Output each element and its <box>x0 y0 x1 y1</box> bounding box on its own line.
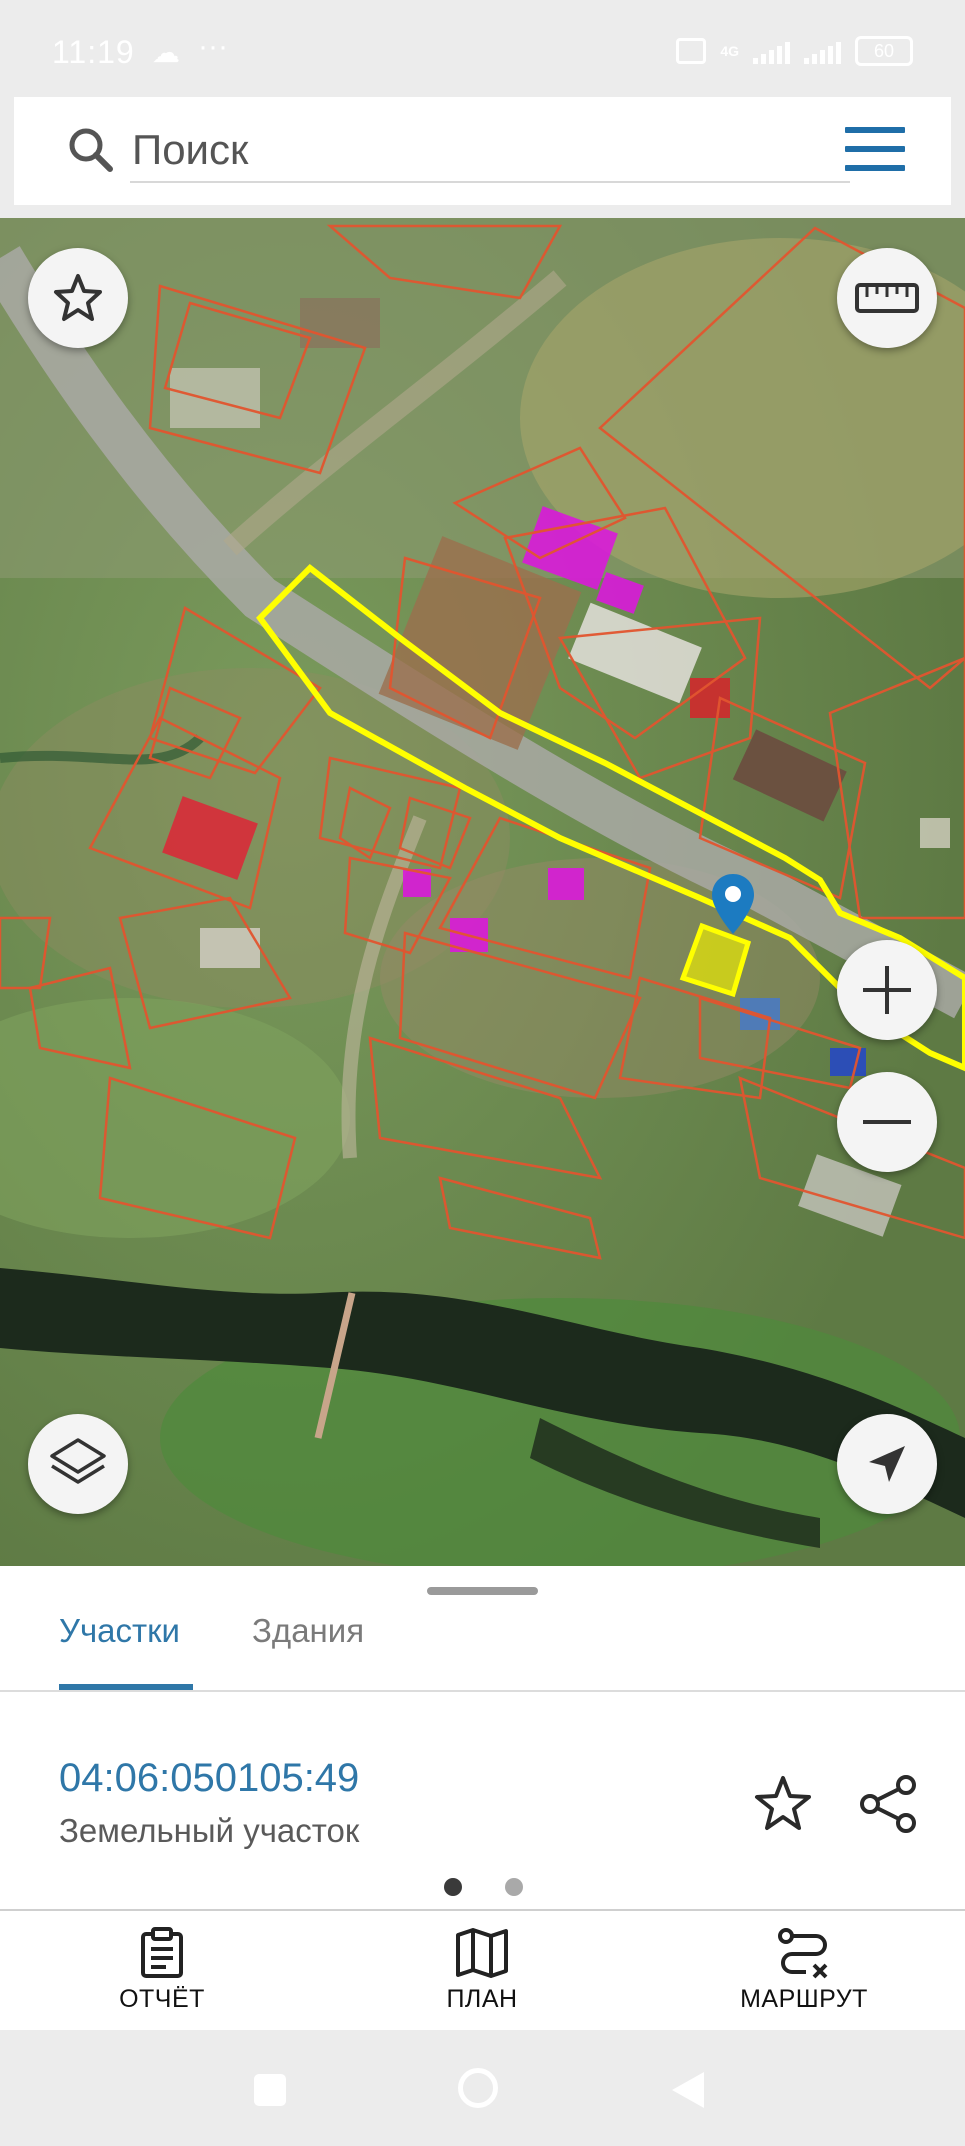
parcel-type: Земельный участок <box>59 1812 360 1849</box>
nav-report[interactable]: ОТЧЁТ <box>52 1911 272 2030</box>
more-notifications-icon: ··· <box>198 30 228 63</box>
star-icon <box>54 274 102 321</box>
nav-route-label: МАРШРУТ <box>740 1985 868 2013</box>
nav-report-label: ОТЧЁТ <box>119 1985 205 2013</box>
battery-icon: 60 <box>855 36 913 66</box>
search-icon[interactable] <box>64 123 118 177</box>
tab-parcels[interactable]: Участки <box>59 1612 180 1650</box>
status-bar: 11:19 ☁ ··· 4G 60 <box>0 0 965 90</box>
navigation-arrow-icon <box>869 1446 905 1482</box>
satellite-map[interactable] <box>0 218 965 1566</box>
vibrate-icon <box>676 38 707 64</box>
bottom-sheet: Участки Здания 04:06:050105:49 Земельный… <box>0 1566 965 2030</box>
search-input[interactable] <box>130 119 850 183</box>
share-button[interactable] <box>858 1773 920 1835</box>
tabs-divider <box>0 1690 965 1692</box>
minus-icon <box>863 1120 911 1124</box>
signal-icon <box>753 38 790 64</box>
my-location-button[interactable] <box>837 1414 937 1514</box>
page-dot[interactable] <box>505 1878 523 1896</box>
status-icons: 4G 60 <box>676 36 913 66</box>
layers-icon <box>50 1438 106 1484</box>
sheet-drag-handle[interactable] <box>427 1587 538 1595</box>
location-marker-icon[interactable] <box>712 874 754 934</box>
zoom-in-button[interactable] <box>837 940 937 1040</box>
map-plan-icon <box>456 1928 508 1978</box>
measure-button[interactable] <box>837 248 937 348</box>
ruler-icon <box>855 283 919 313</box>
page-dot-active[interactable] <box>444 1878 462 1896</box>
nav-plan[interactable]: ПЛАН <box>372 1911 592 2030</box>
page-indicator <box>444 1878 523 1896</box>
nav-route[interactable]: МАРШРУТ <box>694 1911 914 2030</box>
parcel-cadastral-number[interactable]: 04:06:050105:49 <box>59 1756 359 1801</box>
report-icon <box>141 1927 183 1978</box>
plus-icon <box>863 966 911 1014</box>
signal-icon-2 <box>804 38 841 64</box>
cloud-icon: ☁ <box>152 37 180 68</box>
menu-icon[interactable] <box>845 127 905 171</box>
map-view[interactable] <box>0 218 965 1566</box>
add-favorite-button[interactable] <box>752 1773 814 1835</box>
battery-level: 60 <box>873 41 895 61</box>
system-navigation-bar <box>0 2030 965 2146</box>
search-bar <box>14 97 951 205</box>
layers-button[interactable] <box>28 1414 128 1514</box>
nav-plan-label: ПЛАН <box>446 1985 518 2013</box>
recent-apps-button[interactable] <box>254 2074 286 2106</box>
status-time: 11:19 <box>52 34 135 70</box>
route-icon <box>778 1928 828 1979</box>
favorite-map-button[interactable] <box>28 248 128 348</box>
home-button[interactable] <box>458 2068 498 2108</box>
zoom-out-button[interactable] <box>837 1072 937 1172</box>
network-type: 4G <box>720 43 739 59</box>
back-button[interactable] <box>672 2072 704 2108</box>
bottom-navigation: ОТЧЁТ ПЛАН МАРШРУТ <box>0 1911 965 2030</box>
tab-buildings[interactable]: Здания <box>252 1612 364 1650</box>
